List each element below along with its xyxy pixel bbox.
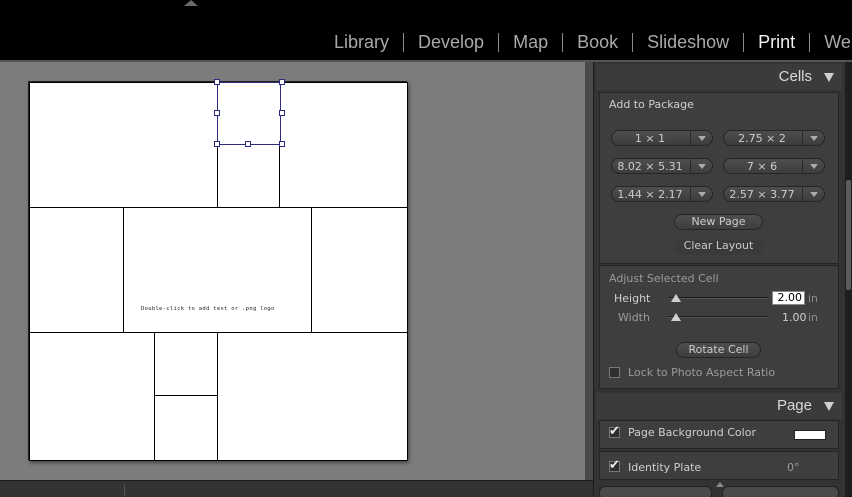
dropdown-arrow-icon[interactable] [698, 164, 706, 169]
dropdown-arrow-icon[interactable] [698, 192, 706, 197]
checkmark-icon: ✔ [609, 424, 620, 439]
cell-size-button-1[interactable]: 1 × 1 [611, 130, 713, 146]
tab-web[interactable]: Web [810, 32, 852, 53]
dropdown-arrow-icon[interactable] [810, 136, 818, 141]
identity-plate-label: Identity Plate [628, 461, 702, 474]
page-background-label: Page Background Color [628, 426, 756, 439]
bottom-toolbar [0, 480, 593, 497]
resize-handle[interactable] [214, 141, 220, 147]
cell-size-value: 7 × 6 [746, 160, 778, 173]
page-panel-header[interactable]: Page [596, 393, 842, 419]
resize-handle[interactable] [279, 79, 285, 85]
module-tabs: Library Develop Map Book Slideshow Print… [320, 30, 852, 54]
height-value-field[interactable]: 2.00 [772, 291, 805, 305]
height-unit: in [808, 292, 819, 305]
cell-size-button-6[interactable]: 2.57 × 3.77 [723, 186, 825, 202]
collapse-triangle-icon[interactable] [824, 402, 834, 411]
tab-book[interactable]: Book [563, 32, 632, 53]
pill-divider [802, 187, 803, 201]
width-unit: in [808, 311, 819, 324]
new-page-button[interactable]: New Page [674, 214, 763, 230]
tab-develop[interactable]: Develop [404, 32, 498, 53]
identity-plate-angle[interactable]: 0° [787, 461, 800, 474]
photo-cell[interactable] [154, 332, 218, 397]
dropdown-arrow-icon[interactable] [810, 192, 818, 197]
photo-cell[interactable] [279, 82, 408, 209]
clear-layout-button[interactable]: Clear Layout [674, 239, 763, 255]
add-to-package-label: Add to Package [609, 98, 694, 111]
resize-handle[interactable] [214, 110, 220, 116]
panel-scrollbar-thumb[interactable] [846, 180, 851, 290]
height-label: Height [614, 292, 651, 305]
tab-library[interactable]: Library [320, 32, 403, 53]
page-panel-title: Page [776, 397, 812, 414]
toolbar-divider [124, 484, 125, 496]
cell-size-value: 2.57 × 3.77 [729, 188, 795, 201]
pill-divider [802, 131, 803, 145]
rotate-cell-button[interactable]: Rotate Cell [676, 342, 761, 358]
cell-size-value: 8.02 × 5.31 [617, 160, 683, 173]
photo-cell[interactable] [29, 207, 124, 333]
photo-cell[interactable] [311, 207, 408, 333]
photo-cell[interactable] [123, 207, 312, 333]
work-area-edge [585, 62, 593, 497]
photo-cell[interactable] [217, 332, 408, 461]
cells-panel-title: Cells [778, 68, 812, 85]
photo-cell[interactable] [154, 395, 218, 461]
resize-handle[interactable] [245, 141, 251, 147]
page-background-color-swatch[interactable] [794, 430, 826, 440]
collapse-triangle-icon[interactable] [824, 73, 834, 82]
cell-text-hint: Double-click to add text or .png logo [141, 306, 275, 312]
dropdown-arrow-icon[interactable] [698, 136, 706, 141]
tab-map[interactable]: Map [499, 32, 562, 53]
print-to-file-button[interactable] [599, 486, 712, 497]
width-value[interactable]: 1.00 [782, 311, 807, 324]
cell-size-button-5[interactable]: 1.44 × 2.17 [611, 186, 713, 202]
tab-slideshow[interactable]: Slideshow [633, 32, 743, 53]
tab-print[interactable]: Print [744, 32, 809, 53]
resize-handle[interactable] [279, 110, 285, 116]
photo-cell[interactable] [29, 82, 219, 209]
height-slider-track[interactable] [668, 297, 769, 299]
checkmark-icon: ✔ [609, 458, 620, 473]
lock-aspect-label: Lock to Photo Aspect Ratio [628, 366, 776, 379]
lightroom-print-module: Library Develop Map Book Slideshow Print… [0, 0, 852, 497]
resize-handle[interactable] [214, 79, 220, 85]
cell-size-button-2[interactable]: 2.75 × 2 [723, 130, 825, 146]
cell-size-value: 2.75 × 2 [738, 132, 786, 145]
pill-divider [690, 187, 691, 201]
width-label: Width [618, 311, 650, 324]
cell-size-value: 1.44 × 2.17 [617, 188, 683, 201]
height-slider-thumb[interactable] [671, 294, 682, 302]
resize-handle[interactable] [279, 141, 285, 147]
cell-size-button-4[interactable]: 7 × 6 [723, 158, 825, 174]
selected-cell[interactable] [217, 82, 281, 145]
pill-divider [802, 159, 803, 173]
cell-size-value: 1 × 1 [634, 132, 666, 145]
cells-panel-header[interactable]: Cells [596, 64, 842, 90]
print-button[interactable] [722, 486, 839, 497]
photo-cell[interactable] [29, 332, 155, 461]
panel-expand-triangle-icon[interactable] [716, 482, 724, 487]
width-slider-track[interactable] [668, 316, 769, 318]
dropdown-arrow-icon[interactable] [810, 164, 818, 169]
lock-aspect-checkbox[interactable] [609, 367, 620, 378]
print-page[interactable]: Double-click to add text or .png logo [28, 79, 408, 461]
identity-plate-icon [184, 0, 198, 6]
pill-divider [690, 159, 691, 173]
pill-divider [690, 131, 691, 145]
adjust-selected-cell-label: Adjust Selected Cell [609, 272, 719, 285]
module-picker-bar: Library Develop Map Book Slideshow Print… [0, 0, 852, 62]
width-slider-thumb[interactable] [671, 313, 682, 321]
cell-size-button-3[interactable]: 8.02 × 5.31 [611, 158, 713, 174]
